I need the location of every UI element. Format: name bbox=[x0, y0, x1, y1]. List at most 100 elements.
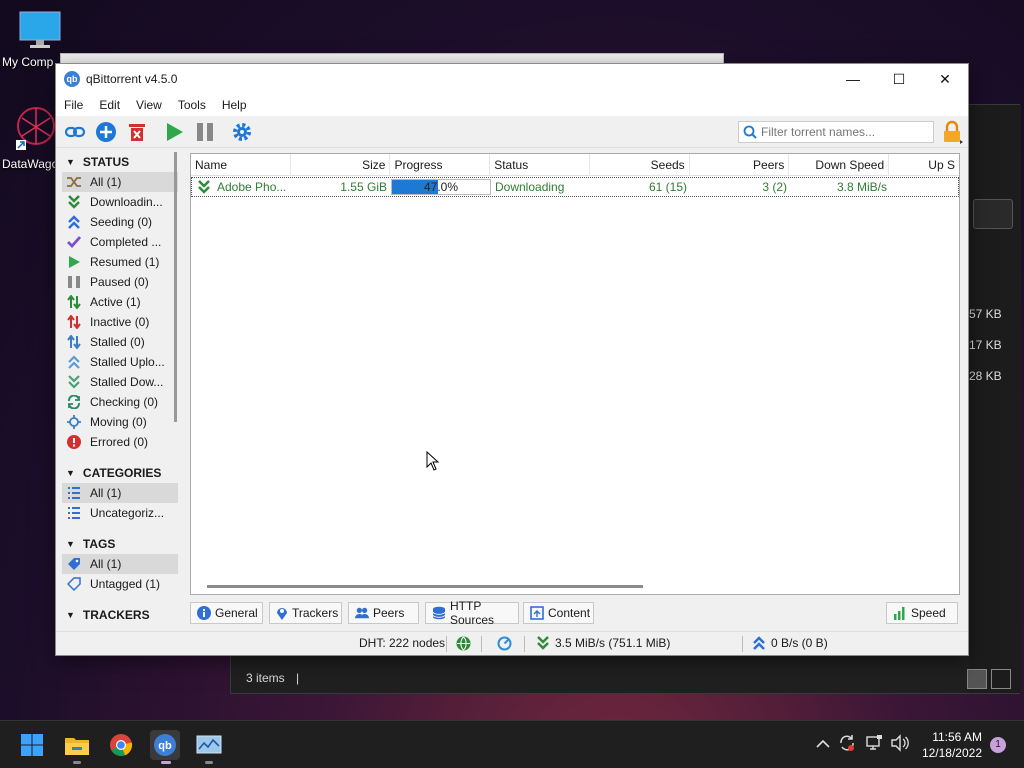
status-completed[interactable]: Completed ... bbox=[62, 232, 178, 252]
lock-button[interactable] bbox=[940, 120, 964, 144]
sidebar-scrollbar[interactable] bbox=[174, 152, 177, 422]
column-peers[interactable]: Peers bbox=[690, 154, 790, 176]
column-down-speed[interactable]: Down Speed bbox=[789, 154, 890, 176]
category-uncategorized[interactable]: Uncategoriz... bbox=[62, 503, 178, 523]
column-status[interactable]: Status bbox=[490, 154, 590, 176]
column-name[interactable]: Name bbox=[191, 154, 291, 176]
sidebar-item-label: Checking (0) bbox=[90, 395, 159, 409]
resume-button[interactable] bbox=[161, 119, 187, 145]
menu-view[interactable]: View bbox=[136, 98, 162, 112]
menu-help[interactable]: Help bbox=[222, 98, 247, 112]
show-hidden-icons-button[interactable] bbox=[816, 736, 830, 752]
trackers-section-header[interactable]: ▼ TRACKERS bbox=[62, 605, 178, 625]
status-resumed[interactable]: Resumed (1) bbox=[62, 252, 178, 272]
dht-status: DHT: 222 nodes bbox=[359, 636, 446, 650]
background-details-panel bbox=[969, 105, 1021, 693]
delete-button[interactable] bbox=[124, 119, 150, 145]
menu-edit[interactable]: Edit bbox=[99, 98, 120, 112]
status-all[interactable]: All (1) bbox=[62, 172, 178, 192]
add-torrent-button[interactable] bbox=[93, 119, 119, 145]
status-paused[interactable]: Paused (0) bbox=[62, 272, 178, 292]
tag-all[interactable]: All (1) bbox=[62, 554, 178, 574]
tiles-view-button[interactable] bbox=[991, 669, 1011, 689]
checking-icon bbox=[66, 394, 82, 410]
maximize-button[interactable]: ☐ bbox=[876, 64, 922, 94]
all-icon bbox=[66, 174, 82, 190]
add-link-button[interactable] bbox=[62, 119, 88, 145]
categories-section-header[interactable]: ▼ CATEGORIES bbox=[62, 463, 178, 483]
status-section-header[interactable]: ▼ STATUS bbox=[62, 152, 178, 172]
volume-tray-icon[interactable] bbox=[890, 734, 910, 755]
filter-box[interactable] bbox=[738, 121, 934, 143]
tab-http-sources[interactable]: HTTP Sources bbox=[425, 599, 519, 627]
taskbar-qbittorrent[interactable]: qb bbox=[150, 730, 180, 760]
toolbar bbox=[56, 116, 968, 148]
menu-file[interactable]: File bbox=[64, 98, 83, 112]
tags-section-header[interactable]: ▼ TAGS bbox=[62, 534, 178, 554]
upload-icon bbox=[753, 636, 765, 650]
completed-icon bbox=[66, 234, 82, 250]
column-seeds[interactable]: Seeds bbox=[590, 154, 690, 176]
minimize-button[interactable]: — bbox=[830, 64, 876, 94]
torrent-list: Name Size Progress Status Seeds Peers Do… bbox=[190, 153, 960, 595]
tab-peers[interactable]: Peers bbox=[348, 602, 419, 624]
sidebar-item-label: Active (1) bbox=[90, 295, 141, 309]
table-row[interactable]: Adobe Pho... 1.55 GiB 47.0% Downloading … bbox=[191, 177, 959, 197]
taskbar-resource-monitor[interactable] bbox=[194, 730, 224, 760]
menu-tools[interactable]: Tools bbox=[178, 98, 206, 112]
tab-content[interactable]: Content bbox=[523, 602, 594, 624]
status-stalled-uploading[interactable]: Stalled Uplo... bbox=[62, 352, 178, 372]
link-icon bbox=[64, 126, 86, 137]
download-speed-status: 3.5 MiB/s (751.1 MiB) bbox=[536, 636, 670, 650]
clock-date: 12/18/2022 bbox=[921, 746, 982, 760]
resumed-icon bbox=[66, 254, 82, 270]
status-active[interactable]: Active (1) bbox=[62, 292, 178, 312]
stalled-download-icon bbox=[66, 374, 82, 390]
notification-badge[interactable]: 1 bbox=[990, 737, 1006, 753]
downloading-icon bbox=[66, 194, 82, 210]
network-tray-icon[interactable] bbox=[865, 734, 883, 755]
download-icon bbox=[537, 636, 549, 650]
taskbar-chrome[interactable] bbox=[106, 730, 136, 760]
qbittorrent-icon: qb bbox=[154, 734, 176, 756]
search-icon bbox=[743, 125, 757, 139]
download-speed-text: 3.5 MiB/s (751.1 MiB) bbox=[555, 636, 671, 650]
sidebar-item-label: Moving (0) bbox=[90, 415, 147, 429]
options-button[interactable] bbox=[229, 119, 255, 145]
speed-limit-icon[interactable] bbox=[497, 636, 512, 651]
tab-speed[interactable]: Speed bbox=[886, 602, 958, 624]
status-checking[interactable]: Checking (0) bbox=[62, 392, 178, 412]
active-icon bbox=[66, 294, 82, 310]
close-button[interactable]: ✕ bbox=[922, 64, 968, 94]
category-all[interactable]: All (1) bbox=[62, 483, 178, 503]
cell-seeds: 61 (15) bbox=[648, 180, 687, 194]
pause-button[interactable] bbox=[192, 119, 218, 145]
taskbar-file-explorer[interactable] bbox=[62, 730, 92, 760]
column-up-speed[interactable]: Up S bbox=[889, 154, 959, 176]
status-seeding[interactable]: Seeding (0) bbox=[62, 212, 178, 232]
section-title: CATEGORIES bbox=[82, 466, 162, 480]
status-stalled[interactable]: Stalled (0) bbox=[62, 332, 178, 352]
background-status-bar: 3 items | bbox=[246, 671, 300, 685]
taskbar-clock[interactable]: 11:56 AM 12/18/2022 bbox=[922, 729, 982, 761]
status-stalled-downloading[interactable]: Stalled Dow... bbox=[62, 372, 178, 392]
details-view-button[interactable] bbox=[967, 669, 987, 689]
sidebar-item-label: Uncategoriz... bbox=[90, 506, 165, 520]
tab-trackers[interactable]: Trackers bbox=[269, 602, 342, 624]
filter-input[interactable] bbox=[761, 125, 931, 139]
inactive-icon bbox=[66, 314, 82, 330]
start-button[interactable] bbox=[17, 730, 47, 760]
paused-icon bbox=[66, 274, 82, 290]
status-inactive[interactable]: Inactive (0) bbox=[62, 312, 178, 332]
upload-speed-status: 0 B/s (0 B) bbox=[752, 636, 828, 650]
tag-untagged[interactable]: Untagged (1) bbox=[62, 574, 178, 594]
tab-general[interactable]: General bbox=[190, 602, 263, 624]
status-moving[interactable]: Moving (0) bbox=[62, 412, 178, 432]
status-downloading[interactable]: Downloadin... bbox=[62, 192, 178, 212]
connection-status-icon[interactable] bbox=[456, 636, 471, 651]
column-size[interactable]: Size bbox=[291, 154, 391, 176]
column-progress[interactable]: Progress bbox=[390, 154, 491, 176]
horizontal-scrollbar[interactable] bbox=[207, 585, 643, 588]
sync-tray-icon[interactable] bbox=[838, 734, 856, 755]
status-errored[interactable]: Errored (0) bbox=[62, 432, 178, 452]
